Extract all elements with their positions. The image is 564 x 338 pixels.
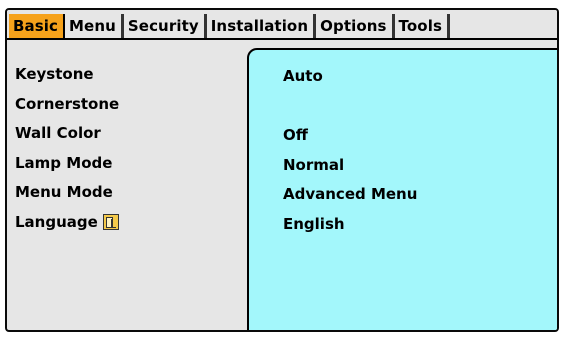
lamp-mode-label: Lamp Mode xyxy=(15,153,113,172)
keystone-label: Keystone xyxy=(15,65,94,83)
wall-color-setting[interactable]: Wall Color xyxy=(15,119,119,149)
lamp-mode-setting[interactable]: Lamp Mode xyxy=(15,149,119,179)
tab-installation[interactable]: Installation xyxy=(206,14,317,38)
tab-list: Basic Menu Security Installation Options… xyxy=(9,14,450,38)
tab-options[interactable]: Options xyxy=(316,14,395,38)
value-panel: Auto Off Normal Advanced Menu English xyxy=(247,48,557,330)
language-label: Language xyxy=(15,212,98,231)
tab-security[interactable]: Security xyxy=(123,14,207,38)
menu-mode-value[interactable]: Advanced Menu xyxy=(283,180,417,210)
keystone-setting[interactable]: Keystone xyxy=(15,60,119,90)
menu-tab-bar: Basic Menu Security Installation Options… xyxy=(7,10,557,40)
language-setting[interactable]: Language xyxy=(15,208,119,238)
tab-menu[interactable]: Menu xyxy=(65,14,124,38)
language-value[interactable]: English xyxy=(283,210,417,240)
setting-value-list: Auto Off Normal Advanced Menu English xyxy=(283,62,417,239)
language-icon xyxy=(102,214,119,231)
cornerstone-setting[interactable]: Cornerstone xyxy=(15,90,119,120)
tab-basic[interactable]: Basic xyxy=(9,14,66,38)
cornerstone-label: Cornerstone xyxy=(15,94,120,113)
wall-color-label: Wall Color xyxy=(15,124,101,142)
wall-color-value[interactable]: Off xyxy=(283,121,417,151)
keystone-value[interactable]: Auto xyxy=(283,62,417,92)
cornerstone-value[interactable] xyxy=(283,92,417,122)
menu-mode-label: Menu Mode xyxy=(15,183,113,201)
lamp-mode-value[interactable]: Normal xyxy=(283,151,417,181)
setting-label-list: Keystone Cornerstone Wall Color Lamp Mod… xyxy=(15,60,119,237)
menu-mode-setting[interactable]: Menu Mode xyxy=(15,178,119,208)
projector-menu-window: Basic Menu Security Installation Options… xyxy=(5,8,559,332)
tab-tools[interactable]: Tools xyxy=(394,14,450,38)
